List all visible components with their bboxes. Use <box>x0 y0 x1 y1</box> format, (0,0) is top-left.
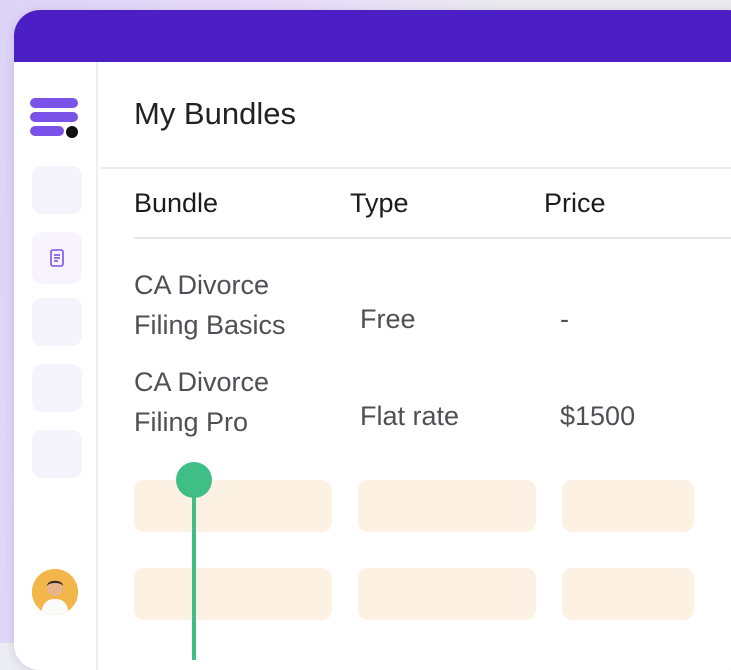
skeleton-cell <box>358 480 536 532</box>
bundle-name-line: Filing Basics <box>134 310 286 340</box>
skeleton-cell <box>358 568 536 620</box>
sidebar-item-placeholder[interactable] <box>32 166 82 214</box>
skeleton-cell <box>562 480 694 532</box>
app-logo-icon[interactable] <box>30 98 82 150</box>
logo-bar <box>30 126 64 136</box>
header-divider <box>134 237 731 239</box>
person-icon <box>32 569 78 615</box>
sidebar-item-placeholder[interactable] <box>32 364 82 412</box>
logo-bar <box>30 98 78 108</box>
user-avatar[interactable] <box>32 569 78 615</box>
app-window: My Bundles Bundle Type Price CA Divorce … <box>14 10 731 670</box>
bundle-type: Flat rate <box>360 401 460 431</box>
bundle-name-line: Filing Pro <box>134 407 249 437</box>
skeleton-cell <box>134 480 332 532</box>
bundle-name-line: CA Divorce <box>134 367 270 397</box>
sidebar-item-bundles[interactable] <box>32 232 82 284</box>
column-header-bundle[interactable]: Bundle <box>134 188 218 219</box>
sidebar <box>14 62 98 670</box>
column-header-price[interactable]: Price <box>544 188 606 219</box>
logo-bar <box>30 112 78 122</box>
skeleton-cell <box>134 568 332 620</box>
logo-dot <box>66 126 78 138</box>
page-title: My Bundles <box>134 96 296 131</box>
divider <box>100 167 731 169</box>
sidebar-item-placeholder[interactable] <box>32 430 82 478</box>
bundle-name-line: CA Divorce <box>134 270 270 300</box>
bundle-price: - <box>560 304 569 334</box>
bundle-type: Free <box>360 304 416 334</box>
pointer-line <box>192 480 196 660</box>
pointer-dot-icon <box>176 462 212 498</box>
bundle-price: $1500 <box>560 401 636 431</box>
top-bar <box>14 10 731 62</box>
skeleton-cell <box>562 568 694 620</box>
column-header-type[interactable]: Type <box>350 188 409 219</box>
document-list-icon <box>50 249 64 267</box>
sidebar-item-placeholder[interactable] <box>32 298 82 346</box>
